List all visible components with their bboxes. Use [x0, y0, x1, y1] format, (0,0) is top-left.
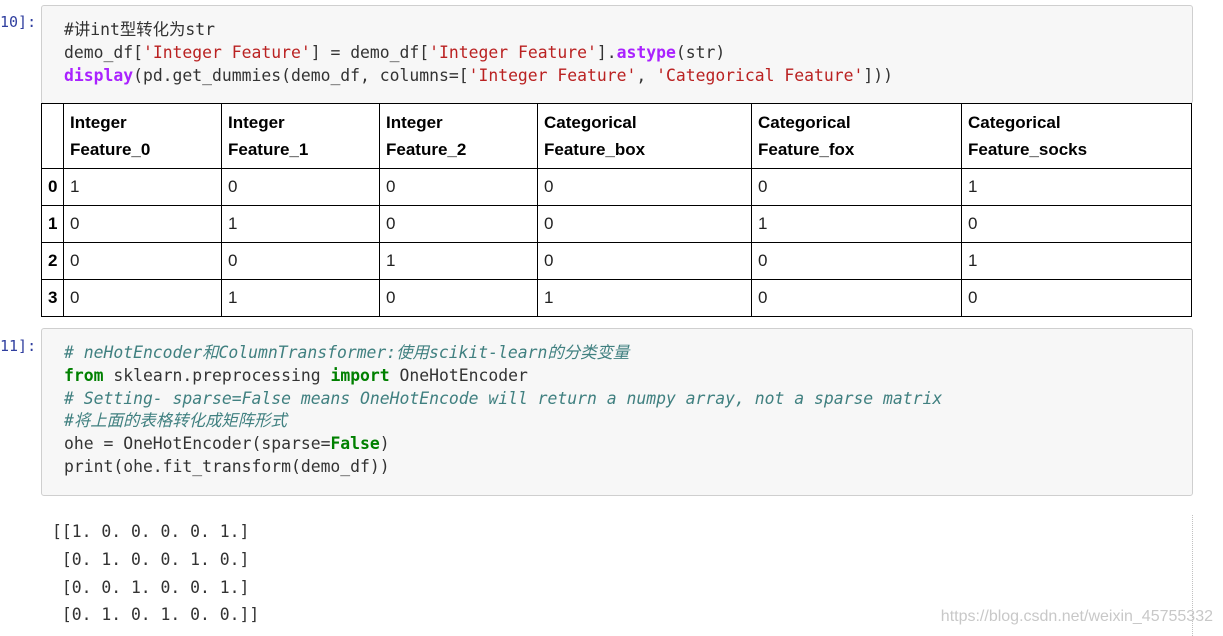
cell-prompt: 10]:	[0, 13, 37, 31]
code-token: #将上面的表格转化成矩阵形式	[64, 411, 287, 431]
column-header-line: Categorical	[544, 113, 637, 132]
table-cell: 1	[961, 168, 1192, 206]
code-line: display(pd.get_dummies(demo_df, columns=…	[64, 65, 1170, 88]
column-header-line: Integer	[70, 113, 127, 132]
code-token: # neHotEncoder和ColumnTransformer:使用sciki…	[64, 343, 630, 362]
table-cell: 1	[221, 205, 380, 243]
output-line: [[1. 0. 0. 0. 0. 1.]	[52, 522, 250, 541]
table-cell: 0	[751, 168, 962, 206]
output-line: [0. 0. 1. 0. 0. 1.]	[52, 577, 250, 597]
column-header-line: Feature_0	[70, 140, 151, 159]
column-header: Integer Feature_2	[379, 103, 538, 169]
code-token: ] = demo_df[	[310, 42, 430, 62]
table-header-row: Integer Feature_0 Integer Feature_1 Integer F…	[41, 103, 1192, 169]
code-line: demo_df['Integer Feature'] = demo_df['In…	[64, 42, 1170, 65]
table-cell: 0	[537, 205, 752, 243]
row-index: 0	[41, 168, 64, 206]
table-cell: 0	[63, 242, 222, 280]
row-index: 3	[41, 279, 64, 317]
code-token: False	[330, 434, 380, 454]
watermark: https://blog.csdn.net/weixin_45755332	[940, 608, 1213, 625]
column-header-line: Categorical	[968, 113, 1061, 132]
table-cell: 1	[537, 279, 752, 317]
code-token: 'Categorical Feature'	[656, 65, 864, 85]
table-row: 3010100	[41, 279, 1192, 317]
table-cell: 0	[751, 242, 962, 280]
code-token: OneHotEncoder	[389, 365, 528, 385]
code-token: (pd.get_dummies(demo_df, columns=[	[133, 65, 469, 85]
code-token: ]))	[863, 65, 893, 85]
column-header: Categorical Feature_fox	[751, 103, 962, 169]
code-token: 'Integer Feature'	[429, 42, 597, 62]
code-token: from	[64, 365, 104, 385]
code-token: 'Integer Feature'	[142, 42, 311, 62]
table-cell: 1	[379, 242, 538, 280]
row-index: 1	[41, 205, 64, 243]
table-cell: 0	[379, 205, 538, 243]
column-header-line: Feature_2	[386, 140, 467, 159]
code-line: # Setting- sparse=False means OneHotEnco…	[64, 388, 1170, 411]
table-cell: 0	[537, 168, 752, 206]
code-cell[interactable]: # neHotEncoder和ColumnTransformer:使用sciki…	[41, 328, 1193, 496]
table-cell: 0	[379, 279, 538, 317]
table-cell: 0	[537, 242, 752, 280]
code-line: from sklearn.preprocessing import OneHot…	[64, 365, 1170, 388]
code-line: ohe = OneHotEncoder(sparse=False)	[64, 433, 1170, 456]
output-line: [0. 1. 0. 1. 0. 0.]]	[52, 605, 260, 625]
column-header-line: Categorical	[758, 113, 851, 132]
table-row: 2001001	[41, 242, 1192, 280]
code-line: # neHotEncoder和ColumnTransformer:使用sciki…	[64, 342, 1170, 365]
code-token: display	[64, 65, 134, 85]
code-token: import	[330, 365, 390, 385]
code-token: # Setting- sparse=False means OneHotEnco…	[64, 388, 943, 408]
column-header-line: Integer	[228, 113, 285, 132]
code-line: #将上面的表格转化成矩阵形式	[64, 410, 1170, 433]
output-line: [0. 1. 0. 0. 1. 0.]	[52, 549, 250, 569]
table-row: 1010010	[41, 205, 1192, 243]
table-cell: 0	[63, 279, 222, 317]
table-cell: 1	[751, 205, 962, 243]
table-cell: 0	[961, 205, 1192, 243]
table-cell: 0	[221, 168, 380, 206]
code-token: #讲int型转化为str	[64, 20, 216, 39]
dataframe-table: Integer Feature_0 Integer Feature_1 Integer F…	[41, 103, 1192, 317]
code-cell[interactable]: #讲int型转化为str demo_df['Integer Feature'] =…	[41, 5, 1193, 104]
code-token: 'Integer Feature'	[468, 65, 637, 85]
table-cell: 1	[63, 168, 222, 206]
column-header: Categorical Feature_socks	[961, 103, 1192, 169]
column-header-line: Integer	[386, 113, 443, 132]
code-line: #讲int型转化为str	[64, 19, 1170, 42]
table-cell: 0	[751, 279, 962, 317]
column-header-line: Feature_1	[228, 140, 309, 159]
column-header-line: Feature_box	[544, 140, 646, 159]
code-token: ,	[636, 65, 657, 85]
table-cell: 1	[961, 242, 1192, 280]
code-token: astype	[616, 42, 676, 62]
table-cell: 0	[379, 168, 538, 206]
code-token: ohe = OneHotEncoder(sparse=	[64, 434, 331, 454]
row-index: 2	[41, 242, 64, 280]
code-line: print(ohe.fit_transform(demo_df))	[64, 456, 1170, 479]
table-cell: 0	[221, 242, 380, 280]
column-header: Integer Feature_1	[221, 103, 380, 169]
column-header-line: Feature_fox	[758, 140, 855, 159]
table-cell: 1	[221, 279, 380, 317]
index-header	[41, 103, 64, 169]
print-output: [[1. 0. 0. 0. 0. 1.] [0. 1. 0. 0. 1. 0.]…	[52, 518, 259, 629]
column-header: Integer Feature_0	[63, 103, 222, 169]
code-token: ].	[596, 42, 617, 62]
cell-prompt: 11]:	[0, 337, 37, 355]
column-header: Categorical Feature_box	[537, 103, 752, 169]
code-token: sklearn.preprocessing	[103, 365, 331, 385]
table-row: 0100001	[41, 168, 1192, 206]
code-token: demo_df[	[64, 42, 143, 62]
table-cell: 0	[961, 279, 1192, 317]
code-token: print(ohe.fit_transform(demo_df))	[64, 456, 390, 476]
column-header-line: Feature_socks	[968, 140, 1088, 159]
table-cell: 0	[63, 205, 222, 243]
code-token: (str)	[675, 42, 726, 62]
code-token: )	[379, 434, 390, 454]
